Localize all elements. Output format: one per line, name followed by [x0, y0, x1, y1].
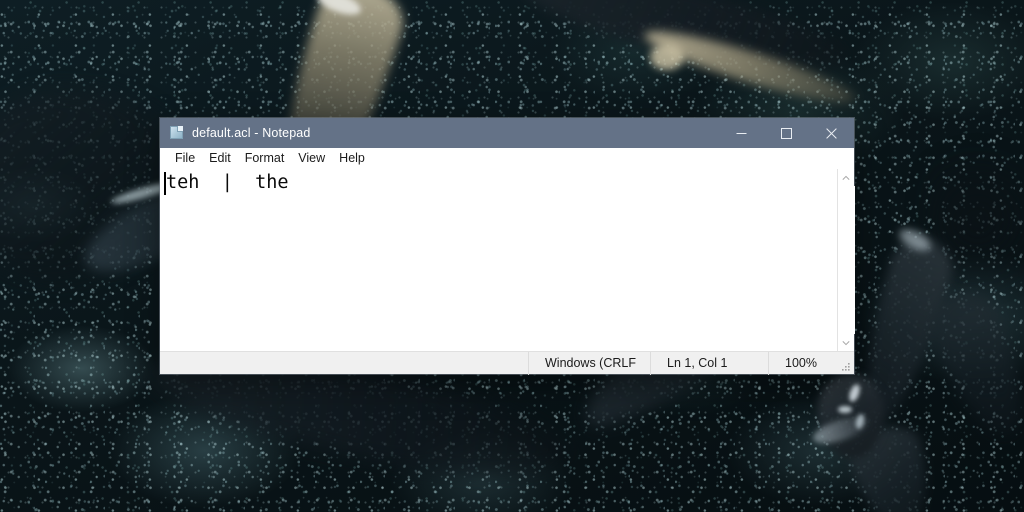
close-button[interactable] — [809, 118, 854, 148]
wallpaper-drone-arm-joint — [650, 44, 684, 70]
menu-item-format[interactable]: Format — [238, 148, 292, 169]
window-title: default.acl - Notepad — [192, 126, 311, 140]
menu-item-file[interactable]: File — [168, 148, 202, 169]
vertical-scrollbar[interactable] — [837, 169, 855, 351]
scroll-down-icon[interactable] — [838, 334, 855, 351]
scrollbar-track[interactable] — [837, 186, 855, 334]
editor-area: teh | the — [160, 169, 855, 351]
wallpaper-drone-motor-highlight-2 — [838, 406, 852, 413]
editor-line-text: teh | the — [166, 172, 289, 193]
notepad-icon — [169, 125, 185, 141]
status-encoding[interactable]: Windows (CRLF — [528, 351, 650, 375]
minimize-button[interactable] — [719, 118, 764, 148]
menu-item-help[interactable]: Help — [332, 148, 372, 169]
status-bar: Windows (CRLF Ln 1, Col 1 100% — [160, 351, 854, 375]
menu-item-view[interactable]: View — [291, 148, 332, 169]
menu-item-edit[interactable]: Edit — [202, 148, 238, 169]
text-editor[interactable]: teh | the — [160, 169, 837, 351]
notepad-window[interactable]: default.acl - Notepad File Edit Format V… — [160, 118, 855, 375]
resize-grip-icon[interactable] — [839, 360, 851, 372]
desktop: default.acl - Notepad File Edit Format V… — [0, 0, 1024, 512]
status-cursor-position[interactable]: Ln 1, Col 1 — [650, 351, 768, 375]
maximize-button[interactable] — [764, 118, 809, 148]
title-bar[interactable]: default.acl - Notepad — [160, 118, 854, 148]
window-controls — [719, 118, 854, 148]
menu-bar: File Edit Format View Help — [160, 148, 854, 169]
scroll-up-icon[interactable] — [838, 169, 855, 186]
editor-line: teh | the — [164, 170, 837, 196]
